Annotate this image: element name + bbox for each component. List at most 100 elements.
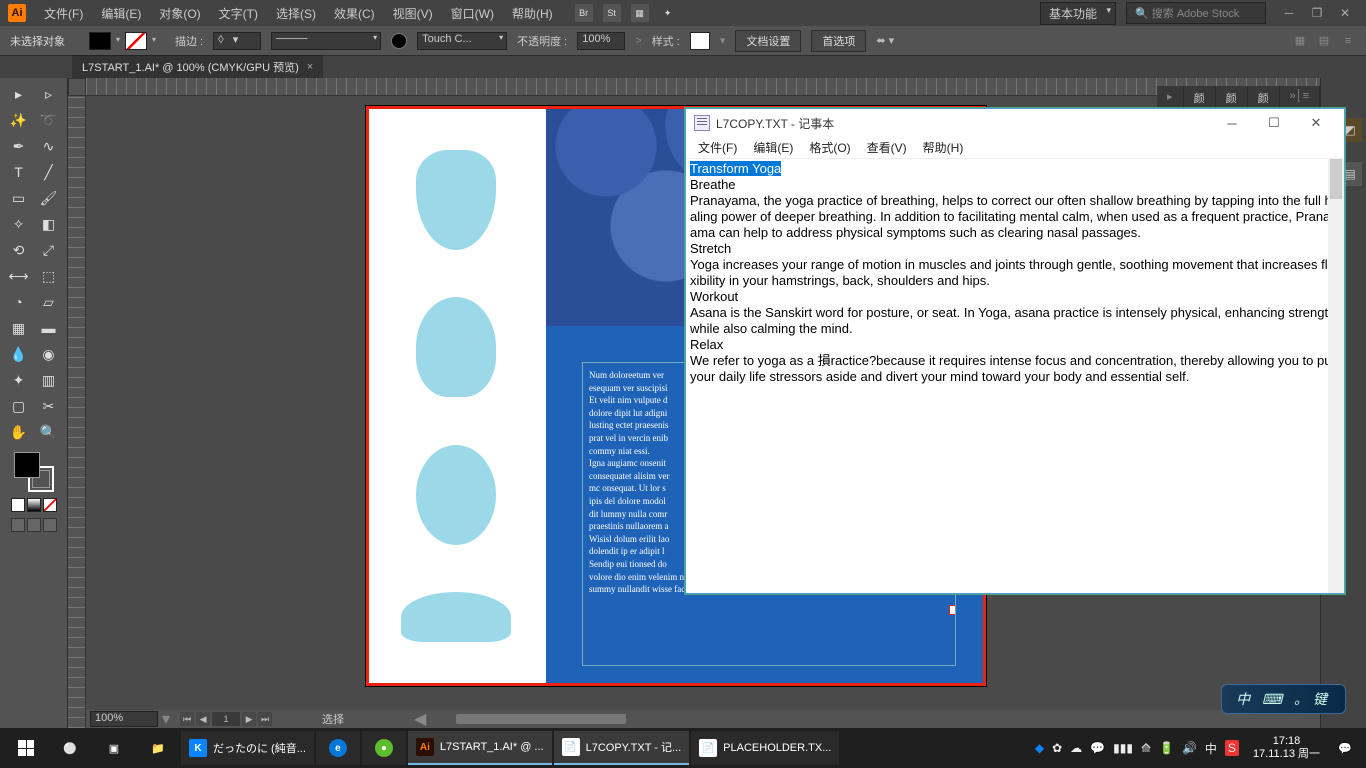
- gradient-tool[interactable]: ▬: [35, 316, 63, 340]
- action-center-button[interactable]: 💬: [1328, 728, 1362, 768]
- color-mode-none[interactable]: [43, 498, 57, 512]
- tray-icon[interactable]: ☁: [1070, 741, 1082, 755]
- symbol-sprayer-tool[interactable]: ✦: [5, 368, 33, 392]
- stroke-swatch[interactable]: [125, 32, 147, 50]
- direct-selection-tool[interactable]: ▹: [35, 82, 63, 106]
- mesh-tool[interactable]: ▦: [5, 316, 33, 340]
- task-view-button[interactable]: ▣: [92, 728, 136, 768]
- selection-tool[interactable]: ▸: [5, 82, 33, 106]
- notepad-menu-format[interactable]: 格式(O): [801, 137, 858, 158]
- tray-ime-lang[interactable]: 中: [1205, 740, 1217, 757]
- taskbar-app-illustrator[interactable]: Ai L7START_1.AI* @ ...: [408, 731, 552, 765]
- pen-tool[interactable]: ✒: [5, 134, 33, 158]
- shape-builder-tool[interactable]: ◔: [5, 290, 33, 314]
- magic-wand-tool[interactable]: ✨: [5, 108, 33, 132]
- blend-tool[interactable]: ◉: [35, 342, 63, 366]
- zoom-tool[interactable]: 🔍: [35, 420, 63, 444]
- bridge-icon[interactable]: Br: [575, 4, 593, 22]
- notepad-menu-file[interactable]: 文件(F): [690, 137, 745, 158]
- horizontal-ruler[interactable]: [86, 78, 1320, 96]
- draw-behind[interactable]: [27, 518, 41, 532]
- ruler-origin[interactable]: [68, 78, 86, 96]
- cortana-search-button[interactable]: ⚪: [48, 728, 92, 768]
- notepad-scrollbar-thumb[interactable]: [1330, 159, 1342, 199]
- fill-stroke-selector[interactable]: [14, 452, 54, 492]
- close-icon[interactable]: ✕: [1332, 4, 1358, 22]
- minimize-icon[interactable]: ─: [1276, 4, 1302, 22]
- taskbar-clock[interactable]: 17:18 17.11.13 周一: [1245, 735, 1328, 761]
- menu-window[interactable]: 窗口(W): [443, 3, 502, 24]
- document-tab[interactable]: L7START_1.AI* @ 100% (CMYK/GPU 预览) ×: [72, 55, 323, 78]
- ime-indicator[interactable]: 中 ⌨ ｡ 键: [1221, 684, 1346, 714]
- tab-close-icon[interactable]: ×: [307, 61, 313, 73]
- arrange-icon[interactable]: ▦: [631, 4, 649, 22]
- horizontal-scrollbar-thumb[interactable]: [456, 714, 626, 724]
- shaper-tool[interactable]: ✧: [5, 212, 33, 236]
- notepad-close-button[interactable]: ✕: [1296, 111, 1336, 135]
- eyedropper-tool[interactable]: 💧: [5, 342, 33, 366]
- slice-tool[interactable]: ✂: [35, 394, 63, 418]
- align-panel-icon[interactable]: ▤: [1316, 33, 1332, 49]
- paintbrush-tool[interactable]: 🖌: [35, 186, 63, 210]
- scale-tool[interactable]: ⤢: [35, 238, 63, 262]
- taskbar-app-edge[interactable]: e: [316, 731, 360, 765]
- menu-file[interactable]: 文件(F): [36, 3, 91, 24]
- notepad-maximize-button[interactable]: ☐: [1254, 111, 1294, 135]
- color-mode-solid[interactable]: [11, 498, 25, 512]
- tray-battery-icon[interactable]: 🔋: [1159, 741, 1174, 755]
- lasso-tool[interactable]: ➰: [35, 108, 63, 132]
- align-icon[interactable]: ⬌ ▾: [876, 34, 894, 47]
- fill-swatch-group[interactable]: [89, 32, 147, 50]
- rectangle-tool[interactable]: ▭: [5, 186, 33, 210]
- draw-inside[interactable]: [43, 518, 57, 532]
- start-button[interactable]: [4, 728, 48, 768]
- stroke-weight-input[interactable]: ◊ ▾: [213, 32, 261, 50]
- tray-wechat-icon[interactable]: 💬: [1090, 741, 1105, 755]
- prev-artboard-button[interactable]: ◀: [196, 712, 210, 726]
- brush-circle-swatch[interactable]: [391, 33, 407, 49]
- notepad-text-area[interactable]: Transform Yoga Breathe Pranayama, the yo…: [686, 159, 1344, 593]
- menu-effect[interactable]: 效果(C): [326, 3, 383, 24]
- eraser-tool[interactable]: ◧: [35, 212, 63, 236]
- hand-tool[interactable]: ✋: [5, 420, 33, 444]
- tray-icon[interactable]: ◆: [1035, 741, 1044, 755]
- first-artboard-button[interactable]: ⏮: [180, 712, 194, 726]
- menu-object[interactable]: 对象(O): [151, 3, 208, 24]
- color-mode-gradient[interactable]: [27, 498, 41, 512]
- brush-def-select[interactable]: Touch C...: [417, 32, 507, 50]
- fill-swatch[interactable]: [89, 32, 111, 50]
- next-artboard-button[interactable]: ▶: [242, 712, 256, 726]
- rotate-tool[interactable]: ⟲: [5, 238, 33, 262]
- transform-panel-icon[interactable]: ▦: [1292, 33, 1308, 49]
- taskbar-app-notepad-1[interactable]: 📄 L7COPY.TXT - 记...: [554, 731, 690, 765]
- draw-normal[interactable]: [11, 518, 25, 532]
- artboard-number[interactable]: 1: [212, 712, 240, 726]
- tray-volume-icon[interactable]: 🔊: [1182, 741, 1197, 755]
- tray-wifi-icon[interactable]: ⟰: [1141, 741, 1151, 755]
- opacity-input[interactable]: 100%: [577, 32, 625, 50]
- stroke-profile-select[interactable]: ────: [271, 32, 381, 50]
- perspective-tool[interactable]: ▱: [35, 290, 63, 314]
- column-graph-tool[interactable]: ▥: [35, 368, 63, 392]
- menu-help[interactable]: 帮助(H): [504, 3, 561, 24]
- notepad-titlebar[interactable]: L7COPY.TXT - 记事本 ─ ☐ ✕: [686, 109, 1344, 137]
- width-tool[interactable]: ⟷: [5, 264, 33, 288]
- curvature-tool[interactable]: ∿: [35, 134, 63, 158]
- type-tool[interactable]: T: [5, 160, 33, 184]
- taskbar-app-360[interactable]: ●: [362, 731, 406, 765]
- restore-icon[interactable]: ❐: [1304, 4, 1330, 22]
- menu-select[interactable]: 选择(S): [268, 3, 324, 24]
- zoom-level-select[interactable]: 100%: [90, 711, 158, 727]
- tray-icon[interactable]: ✿: [1052, 741, 1062, 755]
- workspace-switcher[interactable]: 基本功能: [1040, 2, 1116, 25]
- tray-sogou-icon[interactable]: S: [1225, 740, 1239, 756]
- menu-icon[interactable]: ≡: [1340, 33, 1356, 49]
- menu-type[interactable]: 文字(T): [211, 3, 266, 24]
- menu-edit[interactable]: 编辑(E): [93, 3, 149, 24]
- notepad-menu-view[interactable]: 查看(V): [859, 137, 915, 158]
- last-artboard-button[interactable]: ⏭: [258, 712, 272, 726]
- document-setup-button[interactable]: 文档设置: [735, 30, 801, 52]
- fill-color-box[interactable]: [14, 452, 40, 478]
- vertical-ruler[interactable]: [68, 96, 86, 728]
- free-transform-tool[interactable]: ⬚: [35, 264, 63, 288]
